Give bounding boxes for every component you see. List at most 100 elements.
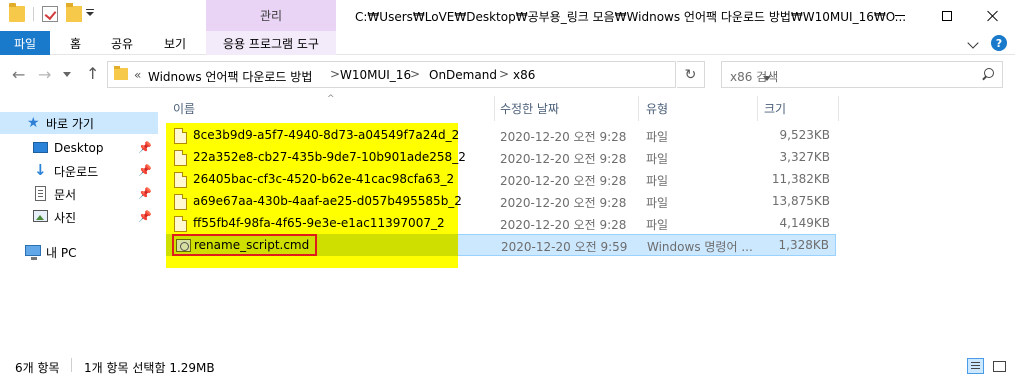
tab-view[interactable]: 보기 (164, 31, 186, 55)
breadcrumb-separator[interactable]: > (330, 67, 340, 81)
sidebar-item-label: 바로 가기 (46, 116, 94, 131)
pin-icon: 📌 (138, 164, 152, 177)
address-bar[interactable]: « Widnows 언어팩 다운로드 방법 > W10MUI_16 > OnDe… (107, 61, 771, 88)
star-icon: ★ (27, 115, 40, 131)
file-size: 11,382KB (771, 172, 830, 186)
sidebar-item-label: 내 PC (46, 245, 77, 260)
file-name: ff55fb4f-98fa-4f65-9e3e-e1ac11397007_2 (193, 216, 445, 230)
sidebar-item-this-pc[interactable]: 내 PC (0, 241, 158, 263)
breadcrumb-item[interactable]: Widnows 언어팩 다운로드 방법 (148, 68, 312, 85)
sidebar-item-label: 다운로드 (54, 164, 99, 179)
file-list: ^ 이름 수정한 날짜 유형 크기 8ce3b9d9-a5f7-4940-8d7… (160, 94, 1015, 350)
file-date: 2020-12-20 오전 9:28 (500, 218, 627, 232)
search-icon[interactable] (982, 68, 994, 80)
tab-share[interactable]: 공유 (111, 31, 133, 55)
tab-file[interactable]: 파일 (0, 31, 50, 55)
details-view-icon[interactable] (967, 358, 984, 374)
file-name: a69e67aa-430b-4aaf-ae25-d057b495585b_2 (193, 194, 462, 208)
sidebar-item-documents[interactable]: 문서 📌 (0, 183, 158, 205)
sidebar-item-desktop[interactable]: Desktop 📌 (0, 137, 158, 159)
context-tab-manage[interactable]: 관리 (206, 0, 336, 31)
file-type: 파일 (646, 218, 669, 232)
close-icon (987, 10, 999, 22)
selection-info: 1개 항목 선택함 1.29MB (84, 361, 215, 375)
pin-icon: 📌 (138, 187, 152, 200)
search-input[interactable]: x86 검색 (730, 68, 778, 85)
customize-toolbar-icon[interactable] (86, 9, 94, 17)
sidebar-item-label: Desktop (54, 141, 104, 155)
title-bar: 관리 C:₩Users₩LoVE₩Desktop₩공부용_링크 모음₩Widno… (0, 0, 1015, 31)
new-folder-icon[interactable] (66, 3, 82, 22)
item-count: 6개 항목 (15, 361, 60, 375)
file-type: 파일 (646, 174, 669, 188)
column-divider[interactable] (757, 96, 758, 121)
refresh-button[interactable]: ↻ (677, 61, 705, 88)
breadcrumb-item[interactable]: OnDemand (429, 68, 497, 82)
pictures-icon (33, 210, 48, 222)
navigation-bar: ← → ↑ « Widnows 언어팩 다운로드 방법 > W10MUI_16 … (0, 56, 1015, 94)
pin-icon: 📌 (138, 210, 152, 223)
column-divider[interactable] (838, 96, 839, 121)
file-name: 22a352e8-cb27-435b-9de7-10b901ade258_2 (193, 150, 466, 164)
table-row[interactable]: 26405bac-cf3c-4520-b62e-41cac98cfa63_2 2… (166, 169, 836, 191)
column-header-type[interactable]: 유형 (646, 100, 668, 117)
file-date: 2020-12-20 오전 9:28 (500, 196, 627, 210)
minimize-button[interactable] (877, 0, 923, 31)
divider (33, 7, 34, 21)
file-type: 파일 (646, 152, 669, 166)
status-bar: 6개 항목 1개 항목 선택함 1.29MB (0, 350, 1015, 379)
column-header-size[interactable]: 크기 (764, 100, 786, 117)
sort-ascending-icon: ^ (327, 94, 335, 104)
close-button[interactable] (970, 0, 1015, 31)
breadcrumb-separator[interactable]: > (499, 67, 509, 81)
folder-icon (114, 66, 128, 80)
table-row[interactable]: 8ce3b9d9-a5f7-4940-8d73-a04549f7a24d_2 2… (166, 125, 836, 147)
column-divider[interactable] (494, 96, 495, 121)
properties-icon[interactable] (42, 6, 58, 22)
download-icon: ↓ (34, 161, 47, 179)
pin-icon: 📌 (138, 141, 152, 154)
sidebar-item-quick-access[interactable]: ★ 바로 가기 (0, 112, 158, 134)
table-row[interactable]: 22a352e8-cb27-435b-9de7-10b901ade258_2 2… (166, 147, 836, 169)
ribbon-tabs: 파일 홈 공유 보기 응용 프로그램 도구 ? (0, 31, 1015, 55)
up-icon[interactable]: ↑ (86, 66, 99, 82)
tab-application-tools[interactable]: 응용 프로그램 도구 (206, 31, 336, 55)
column-header-name[interactable]: 이름 (173, 100, 195, 117)
refresh-icon: ↻ (684, 66, 697, 83)
divider (71, 358, 72, 372)
table-row[interactable]: ff55fb4f-98fa-4f65-9e3e-e1ac11397007_2 2… (166, 213, 836, 235)
red-box-annotation (172, 234, 317, 256)
file-size: 4,149KB (779, 216, 830, 230)
large-icons-view-icon[interactable] (990, 358, 1007, 374)
file-date: 2020-12-20 오전 9:28 (500, 174, 627, 188)
back-icon[interactable]: ← (12, 67, 25, 83)
column-divider[interactable] (638, 96, 639, 121)
expand-ribbon-icon[interactable] (967, 37, 979, 49)
file-type: 파일 (646, 196, 669, 210)
file-date: 2020-12-20 오전 9:28 (500, 130, 627, 144)
breadcrumb-item[interactable]: W10MUI_16 (340, 68, 411, 82)
breadcrumb-separator[interactable]: > (410, 67, 420, 81)
window-title: C:₩Users₩LoVE₩Desktop₩공부용_링크 모음₩Widnows … (355, 10, 907, 24)
breadcrumb-overflow[interactable]: « (134, 68, 141, 82)
file-name: 26405bac-cf3c-4520-b62e-41cac98cfa63_2 (193, 172, 455, 186)
search-box[interactable]: x86 검색 (721, 61, 1003, 88)
folder-icon[interactable] (9, 3, 25, 22)
file-date: 2020-12-20 오전 9:59 (501, 240, 628, 254)
recent-locations-icon[interactable] (63, 72, 71, 77)
file-size: 13,875KB (771, 194, 830, 208)
file-size: 9,523KB (779, 128, 830, 142)
file-size: 3,327KB (779, 150, 830, 164)
tab-home[interactable]: 홈 (70, 31, 81, 55)
file-icon (174, 216, 187, 232)
table-row-selected[interactable]: rename_script.cmd 2020-12-20 오전 9:59 Win… (166, 234, 836, 256)
breadcrumb-item[interactable]: x86 (513, 68, 535, 82)
help-icon[interactable]: ? (991, 35, 1007, 51)
maximize-button[interactable] (924, 0, 970, 31)
sidebar-item-pictures[interactable]: 사진 📌 (0, 206, 158, 228)
table-row[interactable]: a69e67aa-430b-4aaf-ae25-d057b495585b_2 2… (166, 191, 836, 213)
sidebar-item-downloads[interactable]: ↓ 다운로드 📌 (0, 160, 158, 182)
column-header-date[interactable]: 수정한 날짜 (500, 100, 559, 117)
minimize-icon (895, 15, 905, 16)
forward-icon[interactable]: → (38, 67, 51, 83)
